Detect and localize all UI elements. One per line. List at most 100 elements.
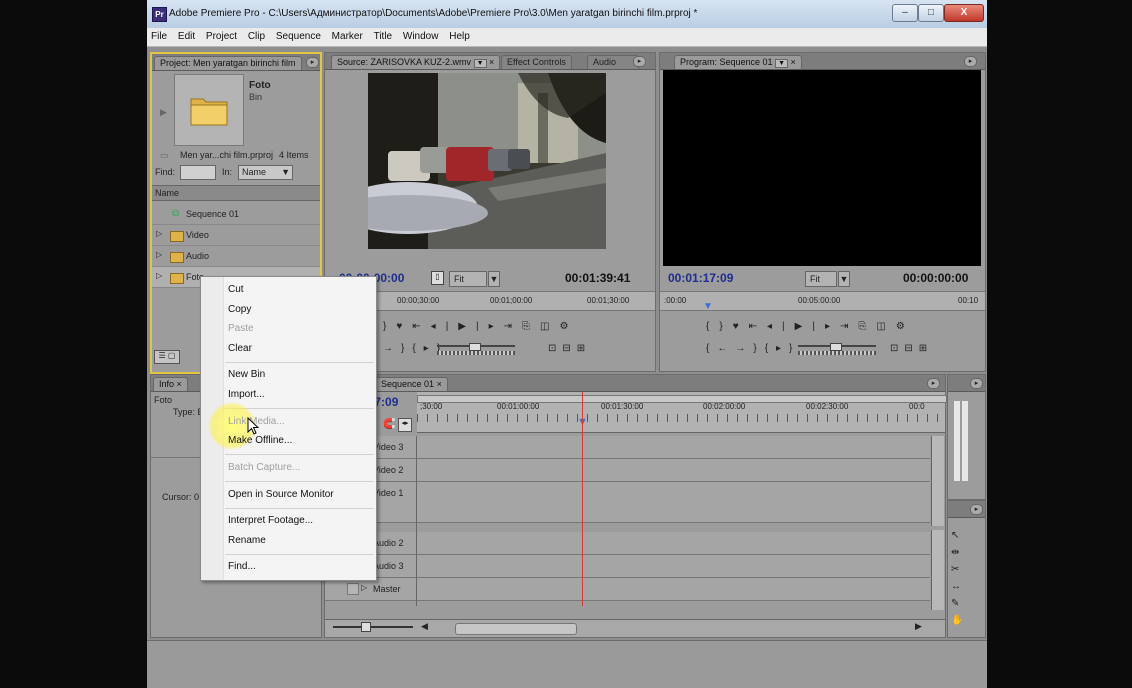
zoom-slider-handle[interactable]	[361, 622, 371, 632]
step-forward-icon[interactable]: |▸	[476, 321, 504, 332]
tab-project[interactable]: Project: Men yaratgan birinchi film	[154, 56, 302, 70]
shuttle-handle[interactable]	[830, 343, 842, 351]
menu-item-new-bin[interactable]: New Bin	[228, 369, 265, 380]
snap-icon[interactable]: 🧲	[383, 419, 395, 430]
go-to-out-icon[interactable]: ⇥	[504, 321, 522, 332]
marker-icon[interactable]: ♥	[733, 321, 749, 332]
menu-item-make-offline[interactable]: Make Offline...	[228, 435, 292, 446]
source-fit-select[interactable]: Fit ▼	[449, 271, 500, 287]
chevron-down-icon[interactable]: ▼	[838, 271, 850, 287]
source-jog-shuttle[interactable]	[437, 343, 515, 355]
program-time-ruler[interactable]: :00:00 00:05:00:00 00:10 ▼	[660, 291, 985, 312]
close-tab-icon[interactable]: ×	[489, 57, 494, 67]
menu-file[interactable]: File	[147, 28, 171, 42]
overlay-icon[interactable]: ◫	[540, 321, 559, 332]
menu-title[interactable]: Title	[370, 28, 397, 42]
panel-menu-icon[interactable]: ▸	[964, 56, 977, 67]
chevron-down-icon[interactable]: ▼	[775, 59, 789, 68]
track-toggle-icon[interactable]	[347, 583, 359, 595]
insert-clip-icon[interactable]: ⊡	[548, 343, 562, 354]
menu-marker[interactable]: Marker	[328, 28, 367, 42]
column-header-name[interactable]: Name	[155, 188, 179, 198]
marker-icon[interactable]: ♥	[396, 321, 412, 332]
tab-info[interactable]: Info ×	[153, 377, 188, 391]
menu-item-cut[interactable]: Cut	[228, 284, 244, 295]
play-icon[interactable]: ▶	[795, 321, 813, 332]
trim-monitor-icon[interactable]: ⊞	[919, 343, 933, 354]
in-select[interactable]: Name ▼	[238, 165, 293, 180]
ripple-edit-tool-icon[interactable]: ⇹	[951, 544, 963, 561]
audio-tracks-scrollbar[interactable]	[931, 530, 944, 610]
timeline-ruler[interactable]: ;30:00 00:01:00:00 00:01:30:00 00:02:00:…	[417, 392, 947, 433]
tab-source[interactable]: Source: ZARISOVKA KUZ-2.wmv ▼ ×	[331, 55, 501, 69]
panel-menu-icon[interactable]: ▸	[970, 504, 983, 515]
jog-wheel[interactable]	[798, 351, 876, 355]
step-back-icon[interactable]: ◂|	[431, 321, 459, 332]
tab-audio-mixer[interactable]: Audio	[587, 55, 639, 69]
shuttle-right-icon[interactable]: →}	[735, 343, 764, 354]
panel-menu-icon[interactable]: ▸	[927, 378, 940, 389]
panel-menu-icon[interactable]: ▸	[970, 378, 983, 389]
menu-window[interactable]: Window	[399, 28, 443, 42]
project-item-video[interactable]: ▷ Video	[152, 225, 320, 246]
lift-clip-icon[interactable]: ⊡	[890, 343, 904, 354]
tab-sequence[interactable]: Sequence 01 ×	[375, 377, 448, 391]
scroll-left-icon[interactable]: ◀	[421, 621, 428, 632]
find-input[interactable]	[180, 165, 216, 180]
expand-arrow-icon[interactable]: ▷	[361, 583, 367, 592]
chevron-down-icon[interactable]: ▼	[473, 59, 487, 68]
shuttle-left-icon[interactable]: {←	[706, 343, 735, 354]
menu-item-interpret-footage[interactable]: Interpret Footage...	[228, 515, 313, 526]
expand-arrow-icon[interactable]: ▷	[156, 229, 162, 238]
expand-arrow-icon[interactable]: ▷	[156, 250, 162, 259]
menu-item-open-in-source-monitor[interactable]: Open in Source Monitor	[228, 489, 334, 500]
project-item-audio[interactable]: ▷ Audio	[152, 246, 320, 267]
pen-tool-icon[interactable]: ✎	[951, 595, 963, 612]
panel-menu-icon[interactable]: ▸	[306, 57, 319, 68]
scroll-right-icon[interactable]: ▶	[915, 621, 922, 632]
menu-item-rename[interactable]: Rename	[228, 535, 266, 546]
tab-effect-controls[interactable]: Effect Controls	[501, 55, 572, 69]
lift-icon[interactable]: ⎘	[858, 321, 876, 332]
overwrite-clip-icon[interactable]: ⊟	[562, 343, 576, 354]
output-icon[interactable]: ⚙	[559, 321, 578, 332]
step-forward-icon[interactable]: |▸	[812, 321, 840, 332]
program-jog-shuttle[interactable]	[798, 343, 876, 355]
menu-item-copy[interactable]: Copy	[228, 304, 251, 315]
program-fit-select[interactable]: Fit ▼	[805, 271, 850, 287]
trim-icon[interactable]: ⊞	[577, 343, 591, 354]
playhead-marker-icon[interactable]: ▼	[703, 301, 713, 312]
program-timecode-in[interactable]: 00:01:17:09	[668, 271, 733, 285]
selection-tool-icon[interactable]: ↖	[951, 527, 963, 544]
close-button[interactable]: X	[944, 4, 984, 22]
go-to-in-icon[interactable]: ⇤	[412, 321, 430, 332]
mark-out-icon[interactable]: }	[383, 321, 396, 332]
insert-icon[interactable]: ⎘	[522, 321, 540, 332]
list-view-icon[interactable]: ☰ ▢	[154, 350, 180, 364]
extract-clip-icon[interactable]: ⊟	[904, 343, 918, 354]
menu-project[interactable]: Project	[202, 28, 241, 42]
mark-in-icon[interactable]: {	[706, 321, 719, 332]
razor-tool-icon[interactable]: ✂	[951, 561, 963, 578]
menu-item-clear[interactable]: Clear	[228, 343, 252, 354]
expand-arrow-icon[interactable]: ▷	[156, 271, 162, 280]
step-back-icon[interactable]: ◂|	[767, 321, 795, 332]
menu-edit[interactable]: Edit	[174, 28, 199, 42]
chevron-down-icon[interactable]: ▼	[488, 271, 500, 287]
project-item-sequence[interactable]: ⧉ Sequence 01	[152, 204, 320, 225]
play-icon[interactable]: ▶	[458, 321, 476, 332]
safe-margins-icon[interactable]: ▯	[431, 271, 444, 285]
close-tab-icon[interactable]: ×	[437, 379, 442, 389]
extract-icon[interactable]: ◫	[876, 321, 895, 332]
go-to-out-icon[interactable]: ⇥	[840, 321, 858, 332]
output-icon[interactable]: ⚙	[896, 321, 915, 332]
menu-sequence[interactable]: Sequence	[272, 28, 325, 42]
tab-program[interactable]: Program: Sequence 01 ▼ ×	[674, 55, 802, 69]
minimize-button[interactable]: –	[892, 4, 918, 22]
menu-help[interactable]: Help	[445, 28, 474, 42]
menu-item-import[interactable]: Import...	[228, 389, 265, 400]
go-to-in-icon[interactable]: ⇤	[749, 321, 767, 332]
play-in-out-icon[interactable]: {▸}	[765, 343, 801, 354]
shuttle-icon[interactable]: →}	[383, 343, 412, 354]
playhead-line[interactable]	[582, 392, 583, 606]
